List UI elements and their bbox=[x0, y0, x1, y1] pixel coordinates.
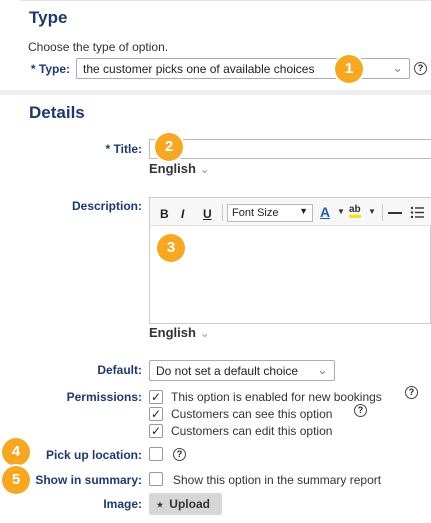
help-icon[interactable]: ? bbox=[405, 386, 418, 399]
default-label: Default: bbox=[97, 363, 142, 377]
default-select[interactable]: Do not set a default choice ⌄ bbox=[149, 360, 335, 381]
help-icon[interactable]: ? bbox=[414, 62, 427, 75]
details-section-title: Details bbox=[29, 103, 85, 122]
underline-button[interactable]: U bbox=[203, 207, 212, 221]
chevron-down-icon: ⌄ bbox=[199, 162, 210, 176]
type-section-top-border bbox=[20, 0, 431, 1]
description-label: Description: bbox=[71, 199, 142, 213]
toolbar-separator bbox=[382, 204, 383, 221]
chevron-down-icon: ⌄ bbox=[317, 362, 328, 377]
check-icon: ✓ bbox=[150, 407, 162, 421]
type-select-value: the customer picks one of available choi… bbox=[83, 62, 315, 76]
highlight-button[interactable]: ab ▼ bbox=[347, 204, 377, 222]
help-icon[interactable]: ? bbox=[354, 404, 367, 417]
callout-badge-1: 1 bbox=[335, 55, 363, 83]
title-language-select[interactable]: English ⌄ bbox=[149, 161, 210, 176]
title-label: * Title: bbox=[105, 142, 142, 156]
show-in-summary-checkbox[interactable] bbox=[149, 472, 163, 486]
show-in-summary-label: Show in summary: bbox=[35, 473, 142, 487]
upload-button-label: Upload bbox=[169, 497, 210, 511]
pickup-location-label: Pick up location: bbox=[45, 448, 142, 462]
callout-badge-3: 3 bbox=[157, 234, 185, 262]
chevron-down-icon: ⌄ bbox=[199, 326, 210, 340]
highlight-icon: ab bbox=[349, 204, 361, 218]
bullet-list-icon[interactable] bbox=[410, 206, 424, 219]
permission-checkbox-customers-edit[interactable]: ✓ bbox=[149, 424, 163, 438]
font-color-icon: A bbox=[320, 204, 331, 220]
toolbar-separator bbox=[222, 204, 223, 221]
description-language-select[interactable]: English ⌄ bbox=[149, 325, 210, 340]
type-section-title: Type bbox=[29, 8, 68, 27]
image-label: Image: bbox=[103, 497, 142, 511]
check-icon: ✓ bbox=[150, 424, 162, 438]
description-language-label: English bbox=[149, 325, 196, 340]
permission-checkbox-new-bookings[interactable]: ✓ bbox=[149, 390, 163, 404]
check-icon: ✓ bbox=[150, 390, 162, 404]
bold-button[interactable]: B bbox=[160, 207, 169, 221]
description-editor[interactable]: B I U Font Size ▼ A ▼ ab ▼ bbox=[149, 197, 431, 324]
type-section-subtitle: Choose the type of option. bbox=[28, 40, 169, 54]
callout-badge-2: 2 bbox=[155, 133, 183, 161]
upload-button[interactable]: ⭑ Upload bbox=[149, 493, 222, 515]
callout-badge-5: 5 bbox=[2, 466, 30, 494]
show-in-summary-text: Show this option in the summary report bbox=[173, 473, 382, 487]
pickup-location-checkbox[interactable] bbox=[149, 447, 163, 461]
permission-label-customers-edit: Customers can edit this option bbox=[171, 424, 333, 438]
title-language-label: English bbox=[149, 161, 196, 176]
caret-down-icon: ▼ bbox=[368, 207, 376, 216]
upload-icon: ⭑ bbox=[157, 499, 163, 511]
section-divider bbox=[0, 90, 431, 95]
horizontal-rule-icon[interactable] bbox=[388, 212, 402, 214]
title-input[interactable] bbox=[149, 139, 431, 159]
type-label: * Type: bbox=[30, 62, 70, 76]
callout-badge-4: 4 bbox=[2, 438, 30, 466]
permission-checkbox-customers-see[interactable]: ✓ bbox=[149, 407, 163, 421]
font-size-label: Font Size bbox=[232, 207, 279, 219]
font-size-select[interactable]: Font Size ▼ bbox=[227, 204, 313, 222]
italic-button[interactable]: I bbox=[181, 207, 184, 221]
permission-label-customers-see: Customers can see this option bbox=[171, 407, 333, 421]
font-color-button[interactable]: A ▼ bbox=[318, 204, 346, 222]
chevron-down-icon: ⌄ bbox=[392, 60, 403, 75]
caret-down-icon: ▼ bbox=[337, 207, 345, 216]
permissions-label: Permissions: bbox=[66, 390, 142, 404]
help-icon[interactable]: ? bbox=[173, 448, 186, 461]
caret-down-icon: ▼ bbox=[299, 206, 308, 216]
permission-label-new-bookings: This option is enabled for new bookings bbox=[171, 390, 382, 404]
default-select-value: Do not set a default choice bbox=[156, 364, 299, 378]
